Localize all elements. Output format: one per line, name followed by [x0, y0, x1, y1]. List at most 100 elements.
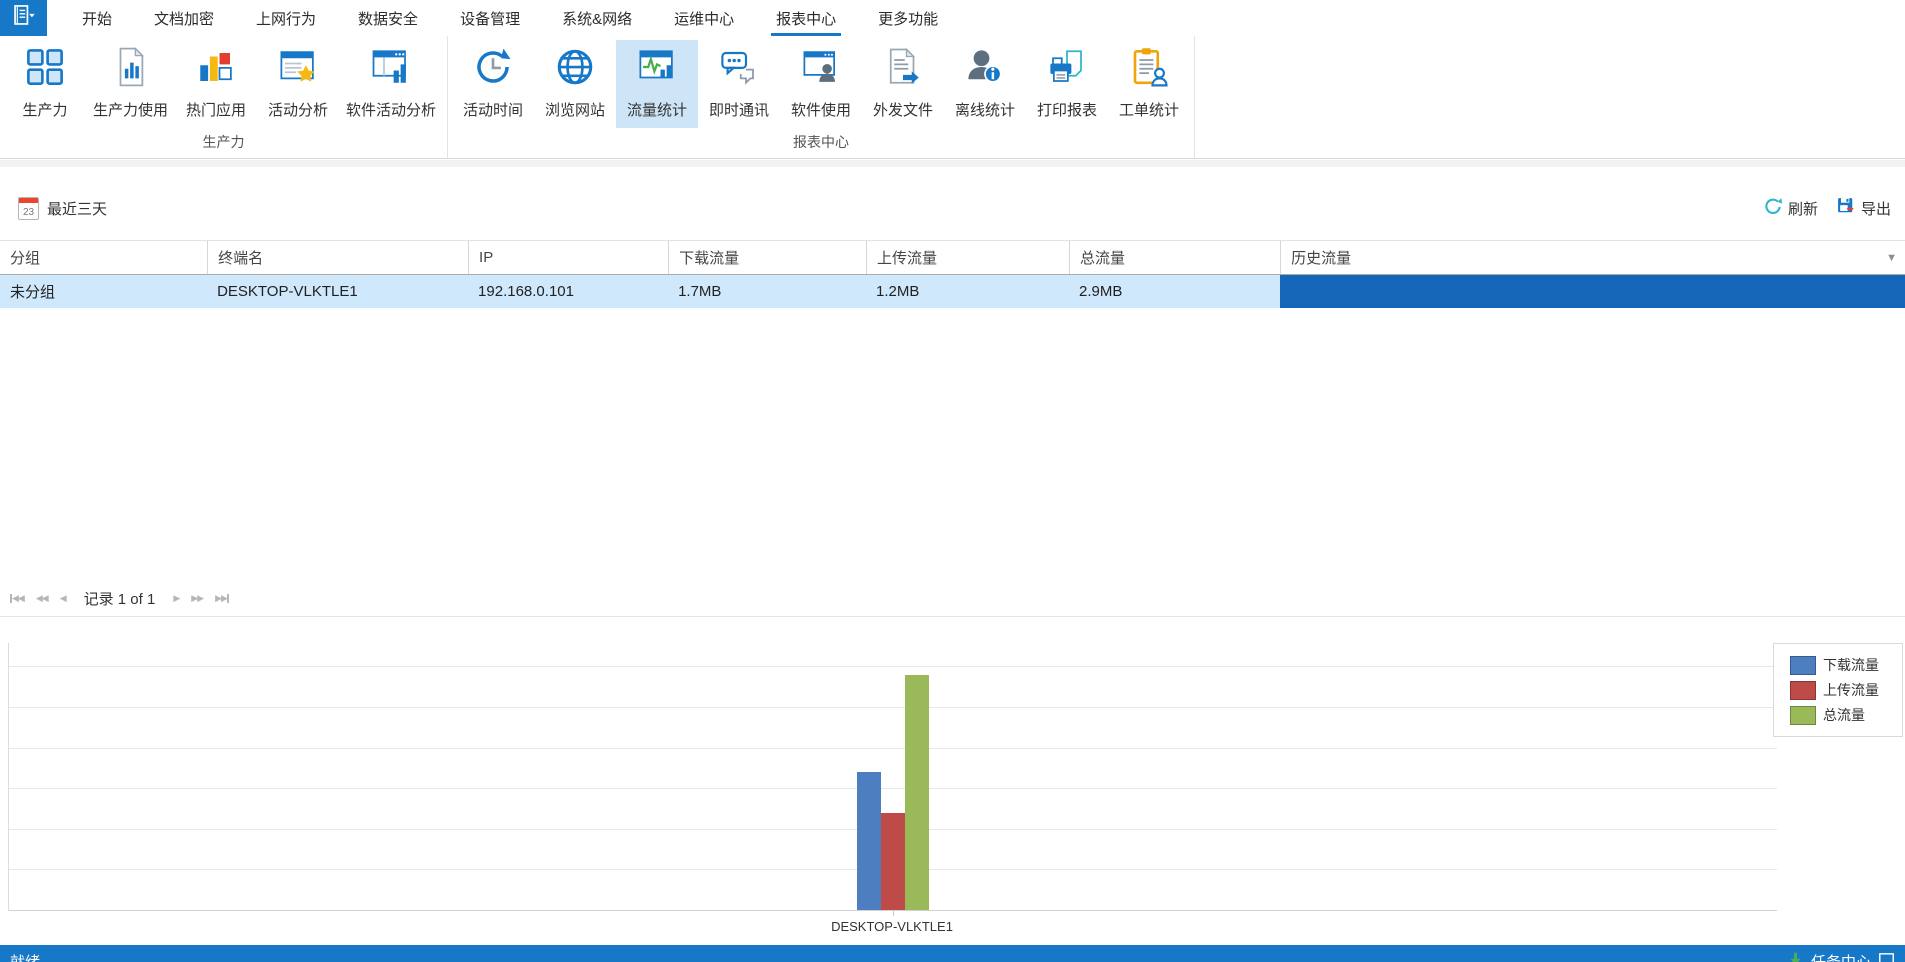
ribbon: 生产力生产力使用热门应用活动分析软件活动分析生产力活动时间浏览网站流量统计即时通… — [0, 36, 1905, 159]
export-icon — [1836, 196, 1856, 220]
status-bar: 就绪 任务中心 — [0, 945, 1905, 962]
clock-history-icon — [472, 46, 514, 92]
legend-swatch — [1790, 706, 1816, 725]
ribbon-button-label: 流量统计 — [627, 99, 687, 120]
column-header-ip[interactable]: IP — [468, 241, 668, 274]
task-center-button[interactable]: 任务中心 — [1787, 951, 1895, 962]
chart-legend: 下载流量上传流量总流量 — [1773, 643, 1903, 737]
doc-chart-icon — [110, 46, 152, 92]
tab-more-features[interactable]: 更多功能 — [857, 0, 959, 36]
bar-group — [857, 675, 929, 911]
tab-bar-tabs: 开始文档加密上网行为数据安全设备管理系统&网络运维中心报表中心更多功能 — [61, 0, 959, 36]
app-menu-button[interactable] — [0, 0, 47, 36]
ribbon-button-browse-websites[interactable]: 浏览网站 — [534, 40, 616, 128]
ribbon-button-label: 生产力 — [22, 99, 67, 120]
tab-device-mgmt[interactable]: 设备管理 — [439, 0, 541, 36]
cell-upload: 1.2MB — [866, 275, 1069, 308]
legend-item: 总流量 — [1790, 705, 1894, 725]
window-chart-icon — [370, 46, 412, 92]
ribbon-button-activity-analysis[interactable]: 活动分析 — [257, 40, 339, 128]
page-prev-button[interactable]: ◀ — [60, 593, 66, 604]
window-user-icon — [800, 46, 842, 92]
page-first-button[interactable]: ◀◀ — [10, 593, 24, 604]
monitor-icon — [1878, 951, 1895, 962]
ribbon-button-outgoing-files[interactable]: 外发文件 — [862, 40, 944, 128]
ribbon-button-productivity-usage[interactable]: 生产力使用 — [86, 40, 175, 128]
user-info-icon — [964, 46, 1006, 92]
bar-总流量 — [905, 675, 929, 911]
tab-system-network[interactable]: 系统&网络 — [541, 0, 653, 36]
ribbon-button-instant-messaging[interactable]: 即时通讯 — [698, 40, 780, 128]
ribbon-button-software-usage[interactable]: 软件使用 — [780, 40, 862, 128]
legend-label: 上传流量 — [1823, 680, 1879, 700]
tab-doc-encryption[interactable]: 文档加密 — [133, 0, 235, 36]
legend-label: 总流量 — [1823, 705, 1865, 725]
traffic-chart-icon — [636, 46, 678, 92]
column-header-upload[interactable]: 上传流量 — [866, 241, 1069, 274]
cell-terminal: DESKTOP-VLKTLE1 — [207, 275, 468, 308]
status-text: 就绪 — [10, 951, 40, 962]
refresh-label: 刷新 — [1788, 198, 1818, 219]
table-header: 分组终端名IP下载流量上传流量总流量历史流量▼ — [0, 240, 1905, 275]
tab-data-security[interactable]: 数据安全 — [337, 0, 439, 36]
traffic-bar-chart: DESKTOP-VLKTLE1 下载流量上传流量总流量 — [0, 643, 1905, 943]
cell-total: 2.9MB — [1069, 275, 1280, 308]
refresh-icon — [1763, 196, 1783, 220]
bar-下载流量 — [857, 772, 881, 910]
x-axis-category-label: DESKTOP-VLKTLE1 — [8, 919, 1776, 934]
date-range-filter[interactable]: 23 最近三天 — [18, 197, 107, 220]
doc-arrow-icon — [882, 46, 924, 92]
ribbon-button-label: 离线统计 — [955, 99, 1015, 120]
ribbon-button-label: 工单统计 — [1119, 99, 1179, 120]
ribbon-button-label: 热门应用 — [186, 99, 246, 120]
column-header-terminal[interactable]: 终端名 — [207, 241, 468, 274]
legend-item: 下载流量 — [1790, 655, 1894, 675]
filter-toolbar: 23 最近三天 刷新 导出 — [0, 186, 1905, 230]
column-header-history[interactable]: 历史流量 — [1280, 241, 1905, 274]
ribbon-separator — [0, 160, 1905, 167]
green-down-arrow-icon — [1787, 951, 1804, 962]
history-traffic-bar-cell — [1280, 275, 1905, 308]
column-header-download[interactable]: 下载流量 — [668, 241, 866, 274]
ribbon-group-label: 生产力 — [4, 130, 443, 158]
pagination: ◀◀◀◀◀记录 1 of 1▶▶▶▶▶ — [0, 580, 1905, 617]
page-next-button[interactable]: ▶ — [173, 593, 179, 604]
legend-swatch — [1790, 656, 1816, 675]
page-last-button[interactable]: ▶▶ — [215, 593, 229, 604]
export-label: 导出 — [1861, 198, 1891, 219]
tab-web-behavior[interactable]: 上网行为 — [235, 0, 337, 36]
legend-swatch — [1790, 681, 1816, 700]
toolbar-actions: 刷新 导出 — [1763, 196, 1891, 220]
tab-home[interactable]: 开始 — [61, 0, 133, 36]
ribbon-button-print-reports[interactable]: 打印报表 — [1026, 40, 1108, 128]
column-header-group[interactable]: 分组 — [0, 241, 207, 274]
legend-item: 上传流量 — [1790, 680, 1894, 700]
tab-bar: 开始文档加密上网行为数据安全设备管理系统&网络运维中心报表中心更多功能 — [0, 0, 1905, 36]
printer-icon — [1046, 46, 1088, 92]
ribbon-button-offline-stats[interactable]: 离线统计 — [944, 40, 1026, 128]
ribbon-button-label: 软件活动分析 — [346, 99, 436, 120]
table-row[interactable]: 未分组DESKTOP-VLKTLE1192.168.0.1011.7MB1.2M… — [0, 275, 1905, 308]
refresh-button[interactable]: 刷新 — [1763, 196, 1818, 220]
ribbon-button-label: 生产力使用 — [93, 99, 168, 120]
ribbon-button-label: 打印报表 — [1037, 99, 1097, 120]
tab-ops-center[interactable]: 运维中心 — [653, 0, 755, 36]
ribbon-button-productivity[interactable]: 生产力 — [4, 40, 86, 128]
ribbon-button-work-order-stats[interactable]: 工单统计 — [1108, 40, 1190, 128]
task-center-label: 任务中心 — [1811, 951, 1871, 962]
ribbon-button-label: 活动分析 — [268, 99, 328, 120]
ribbon-group-2: 活动时间浏览网站流量统计即时通讯软件使用外发文件离线统计 打印报表 工单统计报表中心 — [448, 36, 1195, 158]
page-fast-next-button[interactable]: ▶▶ — [191, 593, 203, 604]
tab-report-center[interactable]: 报表中心 — [755, 0, 857, 36]
ribbon-button-activity-time[interactable]: 活动时间 — [452, 40, 534, 128]
column-header-total[interactable]: 总流量 — [1069, 241, 1280, 274]
ribbon-group-label: 报表中心 — [452, 130, 1190, 158]
ribbon-button-software-activity-analysis[interactable]: 软件活动分析 — [339, 40, 443, 128]
bar-chart-icon — [195, 46, 237, 92]
chevron-down-icon[interactable]: ▼ — [1886, 241, 1897, 274]
ribbon-button-label: 活动时间 — [463, 99, 523, 120]
page-fast-prev-button[interactable]: ◀◀ — [36, 593, 48, 604]
ribbon-button-hot-apps[interactable]: 热门应用 — [175, 40, 257, 128]
export-button[interactable]: 导出 — [1836, 196, 1891, 220]
ribbon-button-traffic-stats[interactable]: 流量统计 — [616, 40, 698, 128]
